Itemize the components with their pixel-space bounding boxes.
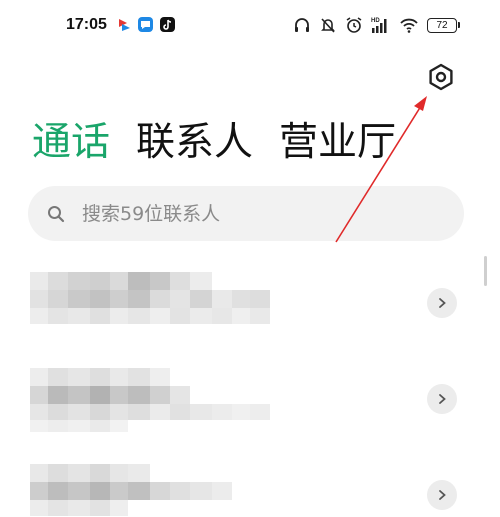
svg-text:HD: HD [371, 18, 380, 24]
blurred-contact-name [30, 368, 170, 386]
blurred-contact-name [30, 464, 150, 482]
message-app-icon [138, 17, 153, 32]
status-time: 17:05 [66, 16, 107, 33]
chevron-right-icon [439, 394, 446, 404]
tab-calls[interactable]: 通话 [32, 118, 110, 168]
search-input[interactable] [82, 202, 422, 225]
hd-signal-icon: HD [371, 18, 387, 33]
status-bar: 17:05 HD 72 [0, 0, 500, 50]
chevron-right-icon [439, 490, 446, 500]
contact-detail-button[interactable] [427, 480, 457, 510]
blurred-contact-name [30, 482, 232, 500]
gear-icon [429, 63, 453, 91]
blurred-contact-detail [30, 420, 128, 432]
battery-icon: 72 [427, 17, 460, 33]
settings-button[interactable] [426, 62, 456, 92]
chevron-right-icon [439, 298, 446, 308]
tab-contacts[interactable]: 联系人 [136, 118, 253, 168]
tab-bar: 通话 联系人 营业厅 [32, 118, 396, 168]
blurred-contact-name [30, 386, 190, 404]
search-icon [48, 205, 65, 222]
contact-detail-button[interactable] [427, 384, 457, 414]
wifi-icon [400, 18, 418, 33]
status-icons: HD 72 [293, 15, 460, 35]
list-item[interactable] [0, 364, 500, 444]
notification-app-icon [117, 17, 132, 32]
tab-service-hall[interactable]: 营业厅 [279, 118, 396, 168]
blurred-contact-detail [30, 308, 270, 324]
blurred-contact-name [30, 290, 270, 308]
tiktok-icon [160, 17, 175, 32]
battery-level: 72 [427, 17, 457, 33]
blurred-contact-detail [30, 500, 128, 516]
alarm-icon [346, 17, 362, 33]
blurred-contact-detail [30, 404, 270, 420]
mute-icon [321, 18, 335, 33]
contact-detail-button[interactable] [427, 288, 457, 318]
list-item[interactable] [0, 460, 500, 517]
blurred-contact-name [30, 272, 212, 290]
list-item[interactable] [0, 266, 500, 346]
search-bar[interactable] [28, 186, 464, 241]
headset-icon [295, 18, 309, 32]
